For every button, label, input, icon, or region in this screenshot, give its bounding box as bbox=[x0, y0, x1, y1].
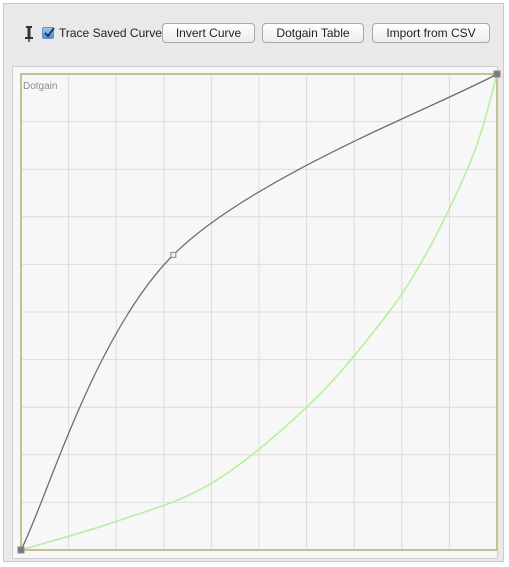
curve-control-point[interactable] bbox=[493, 70, 501, 78]
graph-label: Dotgain bbox=[23, 81, 58, 92]
curve-control-point[interactable] bbox=[170, 251, 177, 258]
grid-lines bbox=[21, 74, 497, 550]
dotgain-curve-graph[interactable] bbox=[0, 0, 509, 567]
curve-control-point[interactable] bbox=[17, 546, 25, 554]
